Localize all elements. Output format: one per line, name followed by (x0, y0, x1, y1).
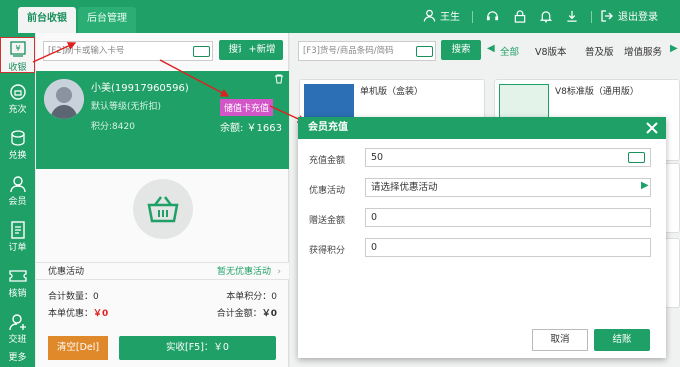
cat-all[interactable]: 全部 (500, 44, 519, 58)
promo-row[interactable]: 优惠活动 暂无优惠活动 › (36, 262, 289, 280)
logout-icon (601, 9, 613, 22)
chevron-right-icon: › (277, 267, 281, 277)
order-icon (10, 221, 25, 239)
bonus-label: 赠送金额 (309, 216, 346, 226)
member-balance: 余额: ￥1663 (220, 123, 282, 134)
logout-button[interactable]: 退出登录 (601, 8, 658, 23)
sidebar-label: 充次 (8, 105, 27, 115)
timer-icon (9, 84, 26, 100)
sidebar-item-more[interactable]: 更多 (0, 350, 35, 363)
recharge-dialog: 会员充值 充值金额 50 优惠活动 请选择优惠活动 ▶ 赠送金额 0 获得积分 … (298, 117, 666, 358)
total-row-1: 合计数量：0 本单积分：0 (36, 288, 289, 306)
promo-value: 暂无优惠活动 (216, 267, 271, 277)
points-input[interactable]: 0 (365, 238, 651, 257)
sidebar: ¥ 收银 充次 兑换 会员 订单 核销 交班 更多 (0, 33, 35, 367)
product-image (304, 84, 354, 120)
bill-points: 本单积分：0 (226, 292, 277, 302)
promo-select-label: 优惠活动 (309, 186, 346, 196)
cat-v8[interactable]: V8版本 (535, 44, 567, 58)
lock-icon[interactable] (514, 10, 526, 23)
product-name: 单机版（盒装） (360, 87, 424, 97)
keyboard-icon[interactable] (628, 152, 645, 163)
total-amount-label: 合计金额： (216, 309, 262, 319)
checkout-button[interactable]: 结账 (594, 329, 650, 351)
keyboard-icon[interactable] (416, 46, 433, 57)
product-image (499, 84, 549, 120)
top-bar: 前台收银 后台管理 王生 退出登录 (0, 0, 680, 33)
points-label: 获得积分 (309, 246, 346, 256)
total-amount-value: ￥0 (261, 309, 277, 319)
user-name: 王生 (440, 12, 460, 23)
caret-right-icon[interactable]: ▶ (641, 180, 649, 191)
cat-next-icon[interactable]: ▶ (670, 43, 678, 54)
promo-select[interactable]: 请选择优惠活动 (365, 178, 651, 197)
product-search-button[interactable]: 搜索 (441, 40, 481, 60)
cat-addon[interactable]: 增值服务 (624, 44, 662, 58)
tab-front-cashier[interactable]: 前台收银 (18, 7, 76, 33)
basket-icon (133, 179, 193, 239)
tab-backend[interactable]: 后台管理 (78, 7, 136, 33)
promo-label: 优惠活动 (48, 267, 85, 277)
member-name: 小美(19917960596) (91, 83, 189, 94)
sidebar-label: 更多 (8, 353, 27, 363)
clear-button[interactable]: 清空[Del] (48, 336, 108, 360)
card-search-input[interactable]: [F2]刷卡或输入卡号 (43, 41, 213, 61)
logout-label: 退出登录 (618, 12, 658, 23)
total-row-2: 本单优惠：￥0 合计金额：￥0 (36, 305, 289, 323)
recharge-tag-button[interactable]: 储值卡充值 (220, 99, 274, 116)
add-member-button[interactable]: +新增 (241, 40, 283, 60)
sidebar-label: 核销 (8, 289, 27, 299)
user-icon (423, 9, 436, 22)
cat-basic[interactable]: 普及版 (585, 44, 614, 58)
close-icon[interactable] (646, 122, 658, 134)
amount-input[interactable]: 50 (365, 148, 651, 167)
bell-icon[interactable] (540, 10, 552, 23)
member-card: 小美(19917960596) 默认等级(无折扣) 积分:8420 储值卡充值 … (36, 71, 289, 169)
bill-discount-value: ￥0 (93, 309, 109, 319)
sidebar-item-member[interactable]: 会员 (0, 175, 35, 207)
sidebar-item-recharge[interactable]: 充次 (0, 83, 35, 115)
product-name: V8标准版（通用版） (555, 87, 639, 97)
avatar (44, 79, 84, 119)
member-level: 默认等级(无折扣) (91, 102, 162, 112)
dialog-title: 会员充值 (308, 122, 348, 133)
member-points: 积分:8420 (91, 122, 135, 132)
user-menu[interactable]: 王生 (423, 8, 460, 23)
cart-panel: [F2]刷卡或输入卡号 搜索 +新增 小美(19917960596) 默认等级(… (36, 33, 289, 367)
cancel-button[interactable]: 取消 (532, 329, 588, 351)
user-icon (9, 176, 26, 193)
sidebar-label: 会员 (8, 197, 27, 207)
svg-text:¥: ¥ (15, 44, 20, 53)
bill-discount-label: 本单优惠： (48, 309, 94, 319)
dialog-header: 会员充值 (298, 117, 666, 139)
bonus-input[interactable]: 0 (365, 208, 651, 227)
trash-icon[interactable] (274, 74, 284, 84)
sidebar-label: 订单 (8, 243, 27, 253)
sidebar-item-order[interactable]: 订单 (0, 221, 35, 253)
ticket-icon (8, 270, 27, 282)
sidebar-label: 收银 (8, 63, 27, 73)
sidebar-item-cashier[interactable]: ¥ 收银 (0, 37, 35, 73)
download-icon[interactable] (566, 10, 578, 23)
cat-prev-icon[interactable]: ◀ (487, 43, 495, 54)
sidebar-item-exchange[interactable]: 兑换 (0, 129, 35, 161)
exchange-icon (10, 130, 25, 146)
keyboard-icon[interactable] (193, 46, 210, 57)
shift-icon (8, 314, 26, 331)
total-qty: 合计数量：0 (48, 292, 99, 302)
sidebar-label: 交班 (8, 335, 27, 345)
sidebar-label: 兑换 (8, 151, 27, 161)
yen-icon: ¥ (9, 41, 26, 57)
sidebar-item-shift[interactable]: 交班 (0, 313, 35, 345)
pay-button[interactable]: 实收[F5]：￥0 (119, 336, 276, 360)
headset-icon[interactable] (486, 10, 499, 23)
amount-label: 充值金额 (309, 156, 346, 166)
sidebar-item-verify[interactable]: 核销 (0, 267, 35, 299)
